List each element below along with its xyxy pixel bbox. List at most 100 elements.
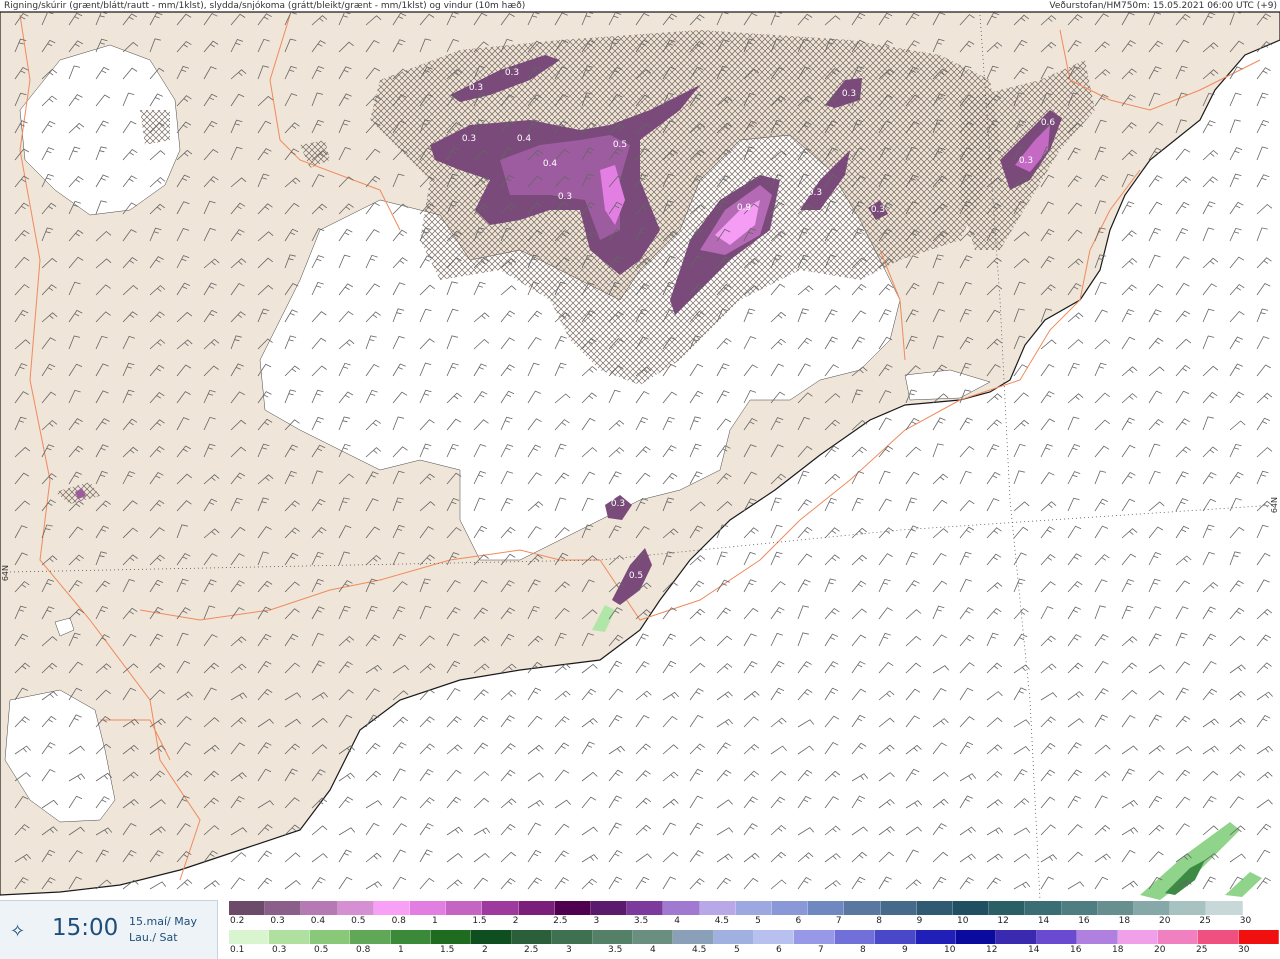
map-title: Rigning/skúrir (grænt/blátt/rautt - mm/1… [4,1,526,11]
precip-value-label: 0.3 [808,188,822,198]
rain-legend-swatch [794,930,835,944]
snow-legend-swatch [554,901,592,915]
rain-legend-labels: 0.1 0.3 0.5 0.8 1 1.5 2 2.5 3 3.5 4 4.5 5 6 7 8 9 10 12 14 1… [229,945,1279,957]
rain-legend-swatch [390,930,431,944]
snow-legend-swatch [446,901,483,915]
snow-legend-swatch [373,901,411,915]
snow-legend-swatch [337,901,374,915]
snow-legend-labels: 0.2 0.3 0.4 0.5 0.8 1 1.5 2 2.5 3 3.5 4 4.5 5 6 7 8 9 10 12… [229,916,1279,928]
rain-legend-label: 5 [734,945,740,955]
snow-legend-label: 3.5 [633,916,649,926]
precip-value-label: 0.3 [469,83,483,93]
rain-legend-label: 12 [986,945,998,955]
snow-legend-label: 0.4 [310,916,326,926]
rain-legend-label: 14 [1028,945,1040,955]
snow-legend-swatch [989,901,1026,915]
rain-legend-label: 3.5 [608,945,623,955]
rain-legend-swatch [1077,930,1118,944]
snow-legend-swatch [699,901,736,915]
rain-legend-label: 9 [902,945,908,955]
snow-legend-label: 10 [957,916,969,926]
rain-legend-swatch [1238,930,1280,944]
snow-legend-label: 16 [1078,916,1090,926]
rain-legend-swatch [471,930,512,944]
snow-legend-label: 0.8 [391,916,406,926]
snow-legend-swatch [772,901,809,915]
precip-value-label: 0.5 [613,140,627,150]
snow-legend-swatch [735,901,773,915]
precip-value-label: 0.3 [871,205,885,215]
snow-legend-label: 30 [1239,916,1252,926]
rain-legend-label: 1.5 [440,945,455,955]
rain-legend-label: 8 [860,945,866,955]
rain-legend-swatch [1117,930,1158,944]
latitude-label-right: 64N [1270,497,1279,514]
rain-legend-label: 18 [1112,945,1124,955]
snow-legend-label: 3 [593,916,600,926]
snow-legend-swatch [1134,901,1171,915]
snow-legend-swatches [229,901,1279,915]
snow-legend-swatch [880,901,917,915]
precip-value-label: 0.4 [517,134,532,144]
snow-legend-swatch [916,901,954,915]
rain-legend-swatch [229,930,270,944]
rain-legend-swatch [632,930,674,944]
forecast-day: Lau./ Sat [129,931,178,944]
rain-legend-swatch [430,930,472,944]
snow-legend-swatch [301,901,338,915]
model-source: Veðurstofan/HM750m: 15.05.2021 06:00 UTC… [1049,1,1277,11]
snow-legend-label: 6 [795,916,802,926]
snow-legend-swatch [1206,901,1243,915]
snow-legend-label: 18 [1118,916,1131,926]
snow-legend-label: 25 [1199,916,1211,926]
snow-legend-swatch [1097,901,1135,915]
rain-legend-swatch [511,930,553,944]
time-panel: ✧ 15:00 15.maí/ May Lau./ Sat [0,900,218,959]
rain-legend-swatch [592,930,633,944]
rain-legend-swatch [309,930,351,944]
forecast-date: 15.maí/ May [129,915,197,928]
rain-legend-swatch [834,930,876,944]
rain-legend-swatch [956,930,997,944]
rain-legend-swatch [1198,930,1239,944]
rain-legend-swatch [713,930,755,944]
snow-legend-label: 8 [876,916,882,926]
rain-legend-label: 2.5 [524,945,539,955]
precip-value-label: 0.6 [1041,118,1056,128]
rain-legend-label: 25 [1196,945,1208,955]
rain-legend-swatch [552,930,593,944]
rain-legend-label: 7 [818,945,824,955]
snow-legend-label: 2 [512,916,519,926]
snow-legend-label: 1 [431,916,438,926]
snow-legend-label: 7 [835,916,842,926]
precip-value-label: 0.3 [505,68,519,78]
snow-legend-swatch [627,901,664,915]
snow-legend-label: 4.5 [714,916,730,926]
forecast-time: 15:00 [52,915,119,941]
latitude-label-left: 64N [1,565,10,582]
snow-legend-label: 0.2 [230,916,245,926]
forecast-map: 0.30.30.3 0.40.40.50.30.90.30.30.30.60.30… [0,0,1280,958]
precip-value-label: 0.4 [543,159,558,169]
precip-value-label: 0.3 [611,499,625,509]
rain-legend-label: 4.5 [692,945,707,955]
snow-legend-label: 0.5 [351,916,366,926]
snow-legend-label: 14 [1037,916,1050,926]
snow-legend-label: 12 [997,916,1009,926]
rain-legend-label: 3 [566,945,572,955]
snow-legend-label: 1.5 [472,916,487,926]
rain-legend-swatches [229,930,1280,944]
rain-legend-label: 0.1 [230,945,245,955]
rain-legend-label: 6 [776,945,782,955]
precip-value-label: 0.3 [1019,156,1033,166]
rain-legend-swatch [350,930,391,944]
snow-legend-swatch [663,901,700,915]
snow-legend-swatch [1061,901,1098,915]
snow-legend-label: 5 [755,916,761,926]
precip-value-label: 0.3 [842,89,856,99]
rain-legend-label: 0.8 [356,945,371,955]
snow-legend-swatch [229,901,266,915]
sun-cloud-icon: ✧ [10,921,26,942]
snow-legend-swatch [482,901,519,915]
snow-legend-swatch [410,901,447,915]
